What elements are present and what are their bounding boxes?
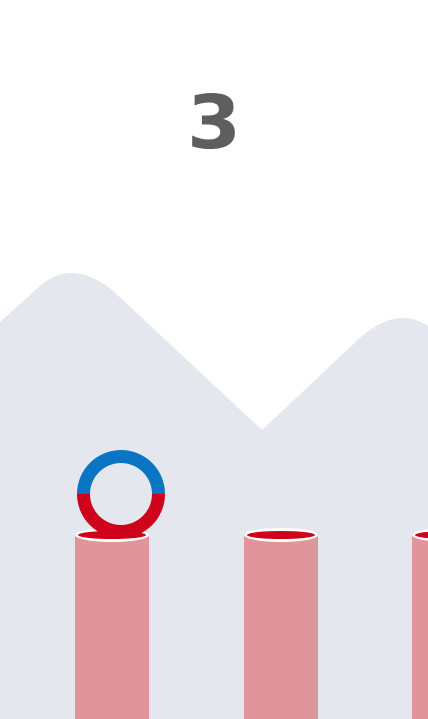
pillar-body [75,534,149,719]
score-counter: 3 [186,80,242,166]
pillar-body [412,534,428,719]
ring-bottom-half [77,494,165,538]
game-canvas[interactable]: 3 [0,0,428,719]
pillar [75,528,149,719]
player-ring [77,450,165,538]
mountain-range [0,272,428,719]
ring-top-half [77,450,165,494]
pillar-top-hole [244,528,318,542]
pillar-body [244,534,318,719]
pillar [244,528,318,719]
pillar [412,528,428,719]
